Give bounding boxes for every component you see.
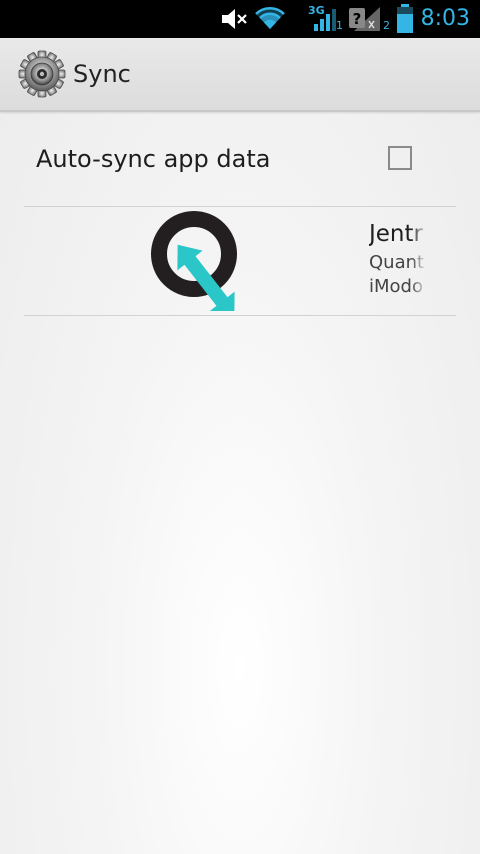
status-bar: 3G 1 ? 2 8:03 [0,0,480,38]
account-name: Jentr [369,221,423,247]
mute-icon [222,9,247,29]
account-detail-2: iModo [369,276,423,297]
no-sim-icon: ? [349,7,380,31]
status-clock: 8:03 [420,6,470,31]
auto-sync-label: Auto-sync app data [36,145,271,173]
divider [24,315,456,316]
wifi-icon [255,7,285,30]
sim1-label: 1 [336,19,343,32]
settings-gear-icon[interactable] [18,50,66,98]
action-bar: Sync [0,38,480,112]
auto-sync-checkbox[interactable] [388,146,412,170]
signal-strength-sim1-icon [314,9,336,31]
account-detail-1: Quant [369,252,425,273]
svg-text:?: ? [353,10,362,28]
sim2-label: 2 [383,19,390,32]
battery-icon [397,4,413,33]
account-text: Jentr Quant iModo [369,217,427,299]
auto-sync-row[interactable]: Auto-sync app data [0,112,480,206]
page-title: Sync [73,60,131,88]
quantum-account-icon [151,211,237,311]
account-item[interactable]: Jentr Quant iModo [24,207,456,315]
